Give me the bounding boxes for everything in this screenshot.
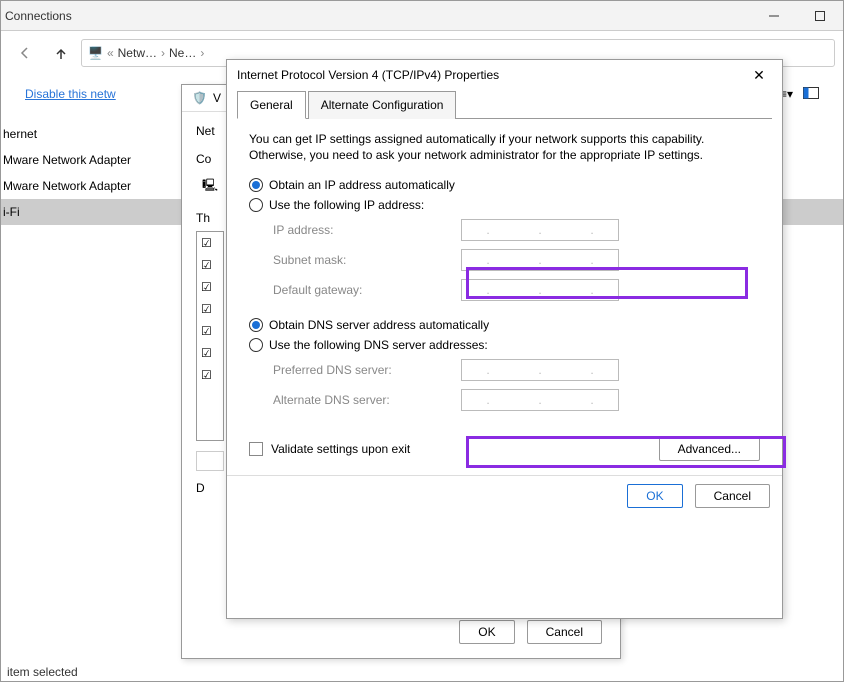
window-title: Connections [5,9,72,23]
window-titlebar: Connections [1,1,843,31]
checkbox-icon: ☑ [201,368,219,382]
dialog-titlebar: Internet Protocol Version 4 (TCP/IPv4) P… [227,60,782,90]
checkbox-icon: ☑ [201,302,219,316]
tab-strip: General Alternate Configuration [237,90,772,119]
radio-use-dns-manual[interactable]: Use the following DNS server addresses: [249,335,760,355]
checkbox-icon: ☑ [201,280,219,294]
radio-use-ip-manual[interactable]: Use the following IP address: [249,195,760,215]
dns-pref-input: ... [461,359,619,381]
cancel-button[interactable]: Cancel [695,484,770,508]
chevron-right-icon: › [200,46,204,60]
ok-button[interactable]: OK [459,620,514,644]
radio-label: Obtain an IP address automatically [269,178,455,192]
install-button-edge[interactable] [196,451,224,471]
subwindow-title: V [213,91,221,105]
tab-alternate[interactable]: Alternate Configuration [308,91,457,119]
radio-icon [249,198,263,212]
ipv4-properties-dialog: Internet Protocol Version 4 (TCP/IPv4) P… [226,59,783,619]
validate-label: Validate settings upon exit [271,442,410,456]
subnet-input: ... [461,249,619,271]
breadcrumb-sep: « [107,46,114,60]
minimize-button[interactable] [751,1,797,31]
adapter-label: i-Fi [3,205,20,219]
radio-obtain-ip-auto[interactable]: Obtain an IP address automatically [249,175,760,195]
up-button[interactable] [45,37,77,69]
items-listbox[interactable]: ☑ ☑ ☑ ☑ ☑ ☑ ☑ [196,231,224,441]
network-icon: 🖥️ [88,46,103,60]
dns-pref-label: Preferred DNS server: [273,363,453,377]
dns-alt-label: Alternate DNS server: [273,393,453,407]
dialog-title: Internet Protocol Version 4 (TCP/IPv4) P… [237,68,499,82]
tab-label: General [250,98,293,112]
chevron-right-icon: › [161,46,165,60]
ok-button[interactable]: OK [627,484,682,508]
maximize-button[interactable] [797,1,843,31]
checkbox-icon: ☑ [201,236,219,250]
back-button[interactable] [9,37,41,69]
radio-label: Use the following IP address: [269,198,424,212]
adapter-label: Mware Network Adapter [3,153,131,167]
radio-label: Obtain DNS server address automatically [269,318,489,332]
cancel-button[interactable]: Cancel [527,620,602,644]
radio-icon [249,318,263,332]
subnet-label: Subnet mask: [273,253,453,267]
tab-general[interactable]: General [237,91,306,119]
dns-alt-input: ... [461,389,619,411]
gateway-label: Default gateway: [273,283,453,297]
window-controls [751,1,843,31]
checkbox-icon: ☑ [201,258,219,272]
tab-panel: You can get IP settings assigned automat… [227,119,782,469]
adapter-label: Mware Network Adapter [3,179,131,193]
preview-pane-icon[interactable] [803,87,819,102]
tab-label: Alternate Configuration [321,98,444,112]
gateway-input: ... [461,279,619,301]
validate-checkbox[interactable] [249,442,263,456]
radio-obtain-dns-auto[interactable]: Obtain DNS server address automatically [249,315,760,335]
shield-icon: 🛡️ [192,91,207,105]
radio-icon [249,338,263,352]
status-bar: item selected [7,665,78,679]
radio-icon [249,178,263,192]
checkbox-icon: ☑ [201,346,219,360]
disable-network-link[interactable]: Disable this netw [25,87,116,101]
radio-label: Use the following DNS server addresses: [269,338,488,352]
ip-address-input: ... [461,219,619,241]
breadcrumb-item[interactable]: Netw… [118,46,157,60]
status-text: item selected [7,665,78,679]
adapter-label: hernet [3,127,37,141]
breadcrumb-item[interactable]: Ne… [169,46,196,60]
checkbox-icon: ☑ [201,324,219,338]
close-button[interactable]: ✕ [736,60,782,90]
advanced-button[interactable]: Advanced... [659,437,760,461]
ip-address-label: IP address: [273,223,453,237]
hint-text: You can get IP settings assigned automat… [249,131,760,163]
